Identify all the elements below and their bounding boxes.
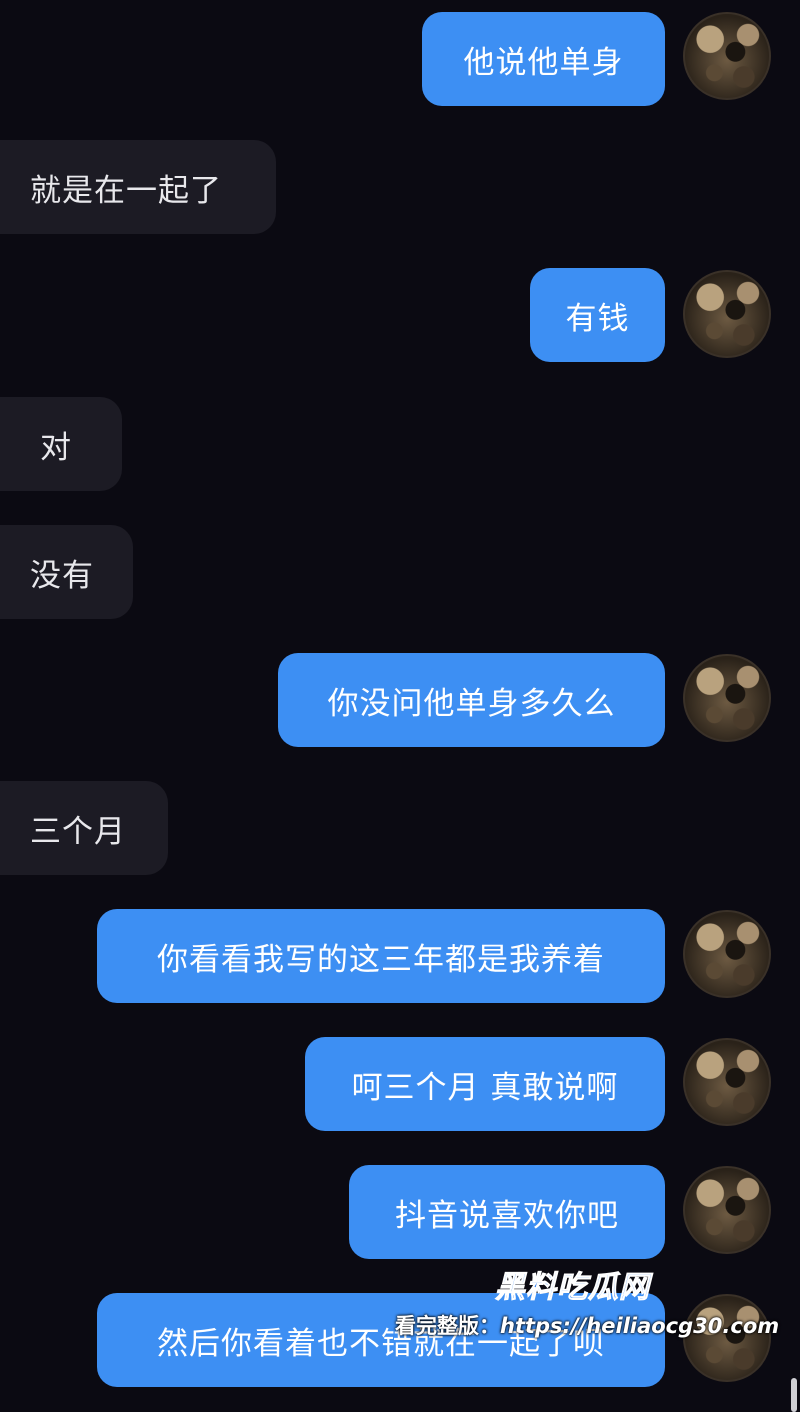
message-text: 对 <box>40 429 72 466</box>
message-bubble-outgoing[interactable]: 有钱 <box>530 268 665 362</box>
watermark-label: 看完整版： <box>395 1314 500 1338</box>
chat-conversation: 他说他单身 就是在一起了 有钱 对 没有 你没问他单身多久么 三个月 你看看我写… <box>0 0 800 1412</box>
message-text: 你没问他单身多久么 <box>327 685 616 722</box>
message-bubble-incoming[interactable]: 对 <box>0 397 122 491</box>
message-text: 他说他单身 <box>463 44 624 81</box>
message-bubble-outgoing[interactable]: 他说他单身 <box>422 12 665 106</box>
user-avatar[interactable] <box>683 1038 771 1126</box>
user-avatar[interactable] <box>683 12 771 100</box>
watermark-overlay: 黑料吃瓜网 看完整版：https://heiliaocg30.com <box>395 1262 795 1392</box>
message-bubble-outgoing[interactable]: 呵三个月 真敢说啊 <box>305 1037 665 1131</box>
message-text: 没有 <box>30 557 94 594</box>
message-bubble-incoming[interactable]: 就是在一起了 <box>0 140 276 234</box>
scrollbar-thumb[interactable] <box>791 1378 797 1412</box>
watermark-title: 黑料吃瓜网 <box>495 1270 650 1306</box>
message-bubble-incoming[interactable]: 没有 <box>0 525 133 619</box>
message-text: 你看看我写的这三年都是我养着 <box>157 941 605 978</box>
watermark-url: https://heiliaocg30.com <box>500 1314 780 1338</box>
user-avatar[interactable] <box>683 1166 771 1254</box>
user-avatar[interactable] <box>683 270 771 358</box>
message-text: 有钱 <box>565 300 630 337</box>
message-bubble-outgoing[interactable]: 你没问他单身多久么 <box>278 653 665 747</box>
message-text: 就是在一起了 <box>30 172 222 209</box>
message-text: 呵三个月 真敢说啊 <box>351 1069 619 1106</box>
message-text: 抖音说喜欢你吧 <box>395 1197 619 1234</box>
message-bubble-outgoing[interactable]: 抖音说喜欢你吧 <box>349 1165 665 1259</box>
user-avatar[interactable] <box>683 654 771 742</box>
message-bubble-incoming[interactable]: 三个月 <box>0 781 168 875</box>
user-avatar[interactable] <box>683 910 771 998</box>
message-text: 三个月 <box>30 813 126 850</box>
watermark-url-line: 看完整版：https://heiliaocg30.com <box>395 1310 779 1340</box>
message-bubble-outgoing[interactable]: 你看看我写的这三年都是我养着 <box>97 909 665 1003</box>
